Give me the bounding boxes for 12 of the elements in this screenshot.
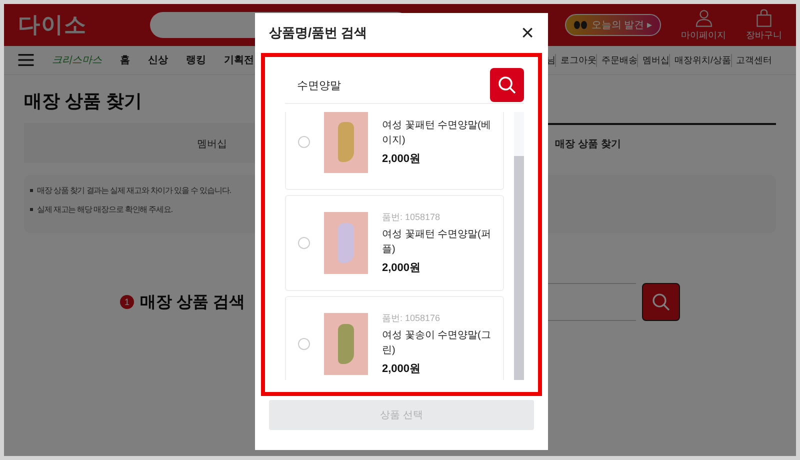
section-title: 매장 상품 검색 (140, 292, 245, 312)
product-code: 품번: 1058178 (382, 211, 442, 224)
product-price: 2,000원 (382, 261, 422, 275)
notice-text: 매장 상품 찾기 결과는 실제 재고와 차이가 있을 수 있습니다. (37, 185, 231, 196)
notice-text: 실제 재고는 해당 매장으로 확인해 주세요. (37, 204, 173, 215)
product-code: 품번: 1058176 (382, 312, 442, 325)
product-name: 여성 꽃송이 수면양말(그린) (382, 329, 492, 358)
product-price: 2,000원 (382, 362, 422, 376)
dialog-title: 상품명/품번 검색 (269, 24, 368, 42)
page-title: 매장 상품 찾기 (24, 90, 144, 113)
product-name: 여성 꽃패턴 수면양말(퍼플) (382, 228, 492, 257)
step-badge: 1 (120, 295, 134, 309)
